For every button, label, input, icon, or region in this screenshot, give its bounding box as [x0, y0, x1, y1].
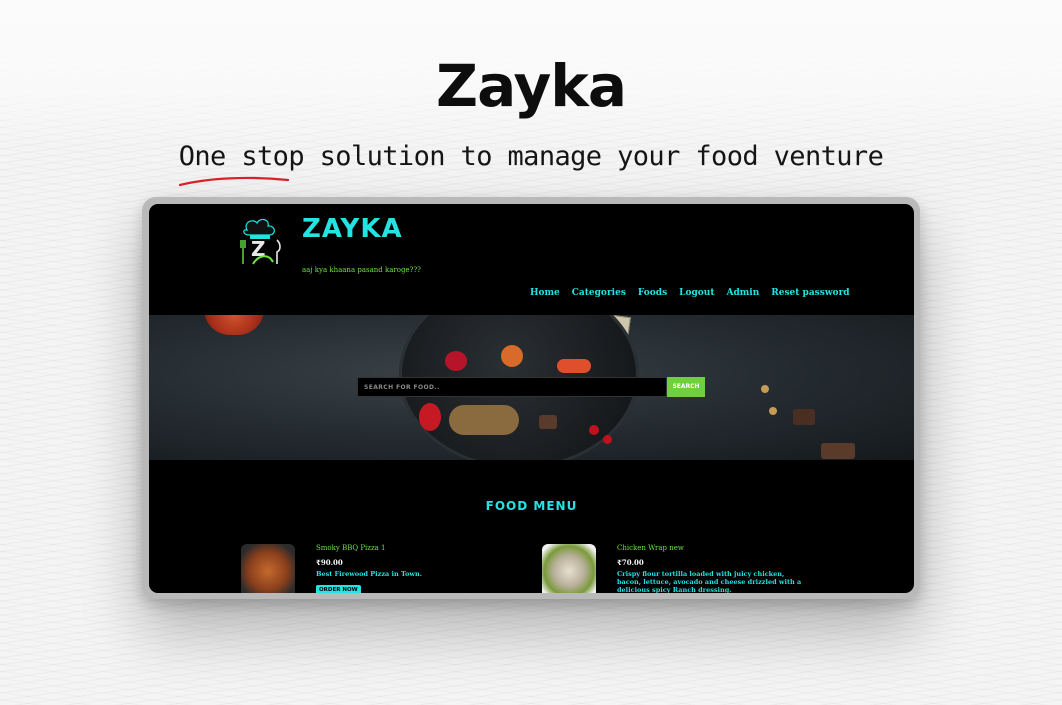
food-price: ₹90.00 [316, 558, 343, 567]
hero-subtitle: One stop solution to manage your food ve… [178, 141, 884, 172]
berry-decoration [589, 425, 599, 435]
berry-decoration [419, 403, 441, 431]
website-screenshot: Z ZAYKA aaj kya khaana pasand karoge??? … [149, 204, 914, 593]
berry-decoration [603, 435, 612, 444]
chef-logo-icon: Z [240, 218, 281, 265]
hero-title: Zayka [436, 52, 627, 120]
nav-admin[interactable]: Admin [727, 288, 760, 298]
food-menu-title: FOOD MENU [485, 499, 578, 513]
nav-logout[interactable]: Logout [679, 288, 714, 298]
berry-decoration [539, 415, 557, 429]
nav-categories[interactable]: Categories [572, 288, 626, 298]
search-button[interactable]: SEARCH [667, 377, 705, 397]
chocolate-decoration [821, 443, 855, 459]
orange-slice-image [204, 315, 264, 335]
site-brand[interactable]: ZAYKA [302, 214, 403, 244]
underline-stroke [178, 176, 290, 187]
berry-decoration [445, 351, 467, 371]
site-nav: Home Categories Foods Logout Admin Reset… [530, 288, 850, 298]
nav-home[interactable]: Home [530, 288, 560, 298]
nav-foods[interactable]: Foods [638, 288, 667, 298]
nut-decoration [769, 407, 777, 415]
chicken-wrap-image[interactable] [542, 544, 596, 593]
nut-decoration [761, 385, 769, 393]
pizza-image[interactable] [241, 544, 295, 593]
berry-decoration [449, 405, 519, 435]
berry-decoration [557, 359, 591, 373]
food-name: Smoky BBQ Pizza 1 [316, 544, 386, 552]
food-price: ₹70.00 [617, 558, 644, 567]
site-tagline: aaj kya khaana pasand karoge??? [302, 266, 421, 274]
food-description: Best Firewood Pizza in Town. [316, 570, 422, 578]
food-name: Chicken Wrap new [617, 544, 684, 552]
berry-decoration [501, 345, 523, 367]
search-input[interactable]: SEARCH FOR FOOD.. [357, 377, 667, 397]
nav-reset-password[interactable]: Reset password [771, 288, 849, 298]
chocolate-decoration [793, 409, 815, 425]
order-now-button[interactable]: ORDER NOW [316, 585, 361, 593]
hero-banner: SEARCH FOR FOOD.. SEARCH [149, 315, 914, 460]
food-description: Crispy flour tortilla loaded with juicy … [617, 570, 802, 593]
